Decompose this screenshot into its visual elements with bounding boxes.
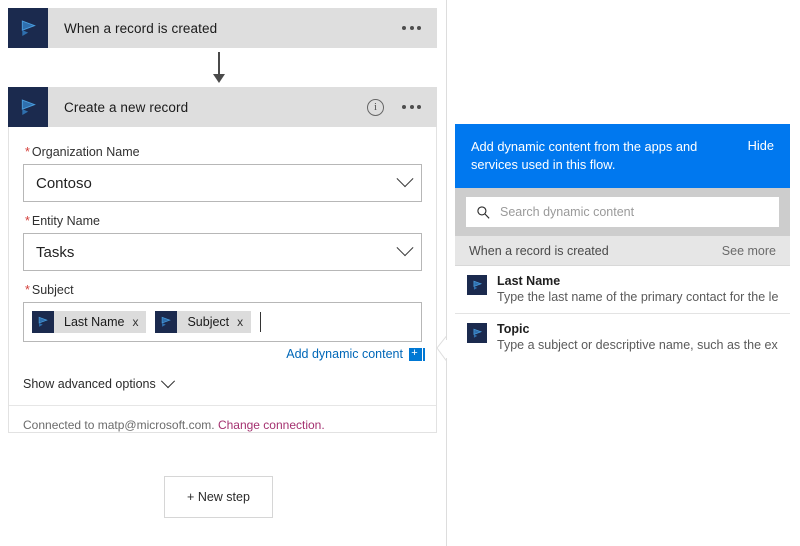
dynamic-token-label: Subject	[177, 315, 237, 329]
new-step-button[interactable]: + New step	[164, 476, 273, 518]
show-advanced-options-toggle[interactable]: Show advanced options	[23, 377, 422, 391]
subject-input[interactable]: Last Name x Subject x	[23, 302, 422, 342]
action-card[interactable]: Create a new record *Organization Name C…	[8, 87, 437, 433]
action-card-title: Create a new record	[48, 100, 367, 115]
canvas-divider-lower	[446, 358, 447, 546]
trigger-card[interactable]: When a record is created	[8, 8, 437, 48]
more-options-icon[interactable]	[402, 26, 421, 30]
dynamics365-icon	[467, 323, 487, 343]
chevron-down-icon	[161, 374, 175, 388]
info-icon[interactable]	[367, 99, 384, 116]
add-dynamic-content-link[interactable]: Add dynamic content	[286, 347, 403, 361]
list-item[interactable]: Topic Type a subject or descriptive name…	[455, 313, 790, 361]
see-more-link[interactable]: See more	[722, 244, 776, 258]
dynamic-token-label: Last Name	[54, 315, 132, 329]
organization-name-dropdown[interactable]: Contoso	[23, 164, 422, 202]
panel-group-header[interactable]: When a record is created See more	[455, 236, 790, 266]
required-indicator: *	[25, 145, 30, 159]
trigger-card-actions	[402, 26, 437, 30]
list-item-description: Type a subject or descriptive name, such…	[497, 337, 778, 354]
action-card-header[interactable]: Create a new record	[8, 87, 437, 127]
organization-name-label: *Organization Name	[25, 145, 422, 159]
change-connection-link[interactable]: Change connection.	[218, 418, 325, 432]
connection-text: Connected to matp@microsoft.com.	[23, 418, 215, 432]
add-dynamic-content-row: Add dynamic content	[23, 347, 422, 361]
remove-token-icon[interactable]: x	[237, 316, 251, 328]
panel-group-name: When a record is created	[469, 244, 722, 258]
connection-note: Connected to matp@microsoft.com. Change …	[23, 406, 422, 432]
dynamic-token[interactable]: Subject x	[155, 311, 251, 333]
dynamics365-icon	[467, 275, 487, 295]
organization-name-value: Contoso	[36, 175, 399, 192]
chevron-down-icon	[397, 239, 414, 256]
new-step-label: + New step	[187, 490, 250, 504]
list-item-text: Last Name Type the last name of the prim…	[497, 273, 778, 306]
hide-panel-button[interactable]: Hide	[748, 138, 774, 153]
dynamics365-icon	[32, 311, 54, 333]
required-indicator: *	[25, 214, 30, 228]
canvas-divider-upper	[446, 0, 447, 340]
entity-name-label: *Entity Name	[25, 214, 422, 228]
flow-connector-arrow	[213, 74, 225, 83]
entity-name-dropdown[interactable]: Tasks	[23, 233, 422, 271]
canvas-divider-notch	[436, 336, 450, 362]
search-icon	[476, 205, 491, 220]
list-item[interactable]: Last Name Type the last name of the prim…	[455, 266, 790, 313]
dynamics365-icon	[8, 8, 48, 48]
required-indicator: *	[25, 283, 30, 297]
search-dynamic-content-input[interactable]: Search dynamic content	[466, 197, 779, 227]
chevron-down-icon	[397, 170, 414, 187]
dynamic-content-list: Last Name Type the last name of the prim…	[455, 266, 790, 361]
trigger-card-title: When a record is created	[48, 21, 402, 36]
trigger-card-header[interactable]: When a record is created	[8, 8, 437, 48]
panel-search-area: Search dynamic content	[455, 188, 790, 236]
search-placeholder: Search dynamic content	[500, 205, 634, 219]
dynamics365-icon	[155, 311, 177, 333]
text-caret	[260, 312, 261, 332]
dynamics365-icon	[8, 87, 48, 127]
add-dynamic-content-icon[interactable]	[409, 348, 422, 361]
action-card-body: *Organization Name Contoso *Entity Name …	[8, 127, 437, 433]
list-item-title: Topic	[497, 321, 778, 337]
show-advanced-options-label: Show advanced options	[23, 377, 156, 391]
dynamic-content-panel: Add dynamic content from the apps and se…	[455, 124, 790, 361]
list-item-text: Topic Type a subject or descriptive name…	[497, 321, 778, 354]
flow-connector-line	[218, 52, 220, 76]
panel-header: Add dynamic content from the apps and se…	[455, 124, 790, 188]
action-card-actions	[367, 99, 437, 116]
list-item-description: Type the last name of the primary contac…	[497, 289, 778, 306]
dynamic-token[interactable]: Last Name x	[32, 311, 146, 333]
more-options-icon[interactable]	[402, 105, 421, 109]
flow-designer-screen: When a record is created Create a new re…	[0, 0, 800, 546]
panel-header-text: Add dynamic content from the apps and se…	[471, 138, 748, 174]
entity-name-value: Tasks	[36, 244, 399, 261]
subject-label: *Subject	[25, 283, 422, 297]
remove-token-icon[interactable]: x	[132, 316, 146, 328]
list-item-title: Last Name	[497, 273, 778, 289]
